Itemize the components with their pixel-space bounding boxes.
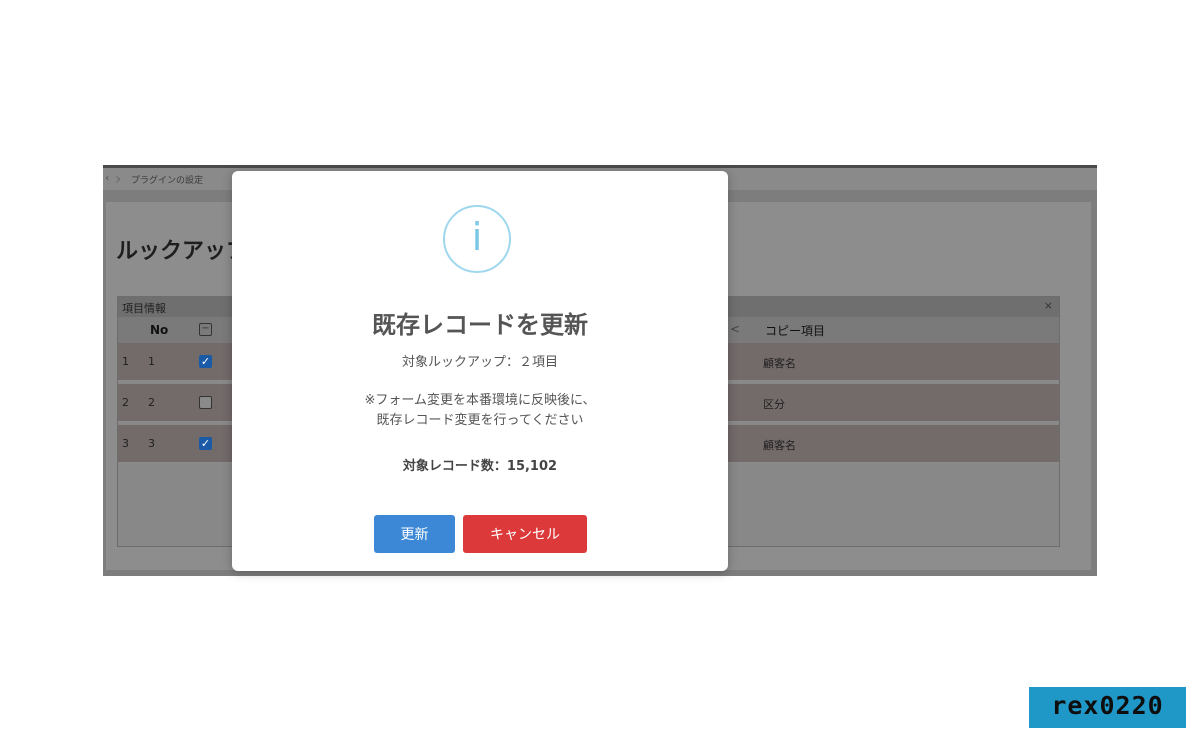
note-line-2: 既存レコード変更を行ってください — [376, 413, 584, 428]
info-glyph: i — [471, 215, 483, 259]
row-no: 2 — [148, 396, 155, 409]
dialog-note: ※フォーム変更を本番環境に反映後に、 既存レコード変更を行ってください — [232, 391, 728, 431]
column-header-no: No — [150, 323, 169, 337]
row-checkbox[interactable]: ✓ — [199, 355, 212, 368]
column-header-copy-field: コピー項目 — [765, 324, 826, 338]
row-no: 3 — [148, 437, 155, 450]
collapse-icon[interactable]: × — [1044, 299, 1053, 312]
page-title: ルックアップ — [116, 239, 249, 264]
update-records-dialog: i 既存レコードを更新 対象ルックアップ：２項目 ※フォーム変更を本番環境に反映… — [232, 171, 728, 571]
table-header-label: 項目情報 — [122, 302, 166, 315]
note-line-1: ※フォーム変更を本番環境に反映後に、 — [364, 393, 596, 408]
row-copy-field: 区分 — [763, 398, 785, 411]
update-button[interactable]: 更新 — [374, 515, 455, 553]
column-header-partial: < — [730, 322, 741, 336]
select-all-checkbox[interactable]: − — [199, 323, 212, 336]
row-no: 1 — [148, 355, 155, 368]
dialog-title: 既存レコードを更新 — [372, 311, 588, 339]
row-checkbox[interactable] — [199, 396, 212, 409]
breadcrumb[interactable]: プラグインの設定 — [131, 173, 203, 186]
row-copy-field: 顧客名 — [763, 439, 796, 452]
row-checkbox[interactable]: ✓ — [199, 437, 212, 450]
cancel-button[interactable]: キャンセル — [463, 515, 587, 553]
row-copy-field: 顧客名 — [763, 357, 796, 370]
watermark-text: rex0220 — [1051, 691, 1164, 720]
record-count-text: 対象レコード数：15,102 — [402, 459, 558, 474]
row-index: 2 — [122, 396, 129, 409]
target-lookup-text: 対象ルックアップ：２項目 — [401, 355, 558, 370]
info-icon: i — [443, 205, 511, 273]
watermark-badge: rex0220 — [1029, 687, 1186, 728]
back-chevron-icon[interactable]: ‹ — [105, 171, 109, 184]
breadcrumb-separator-icon: › — [115, 169, 122, 188]
row-index: 1 — [122, 355, 129, 368]
row-index: 3 — [122, 437, 129, 450]
